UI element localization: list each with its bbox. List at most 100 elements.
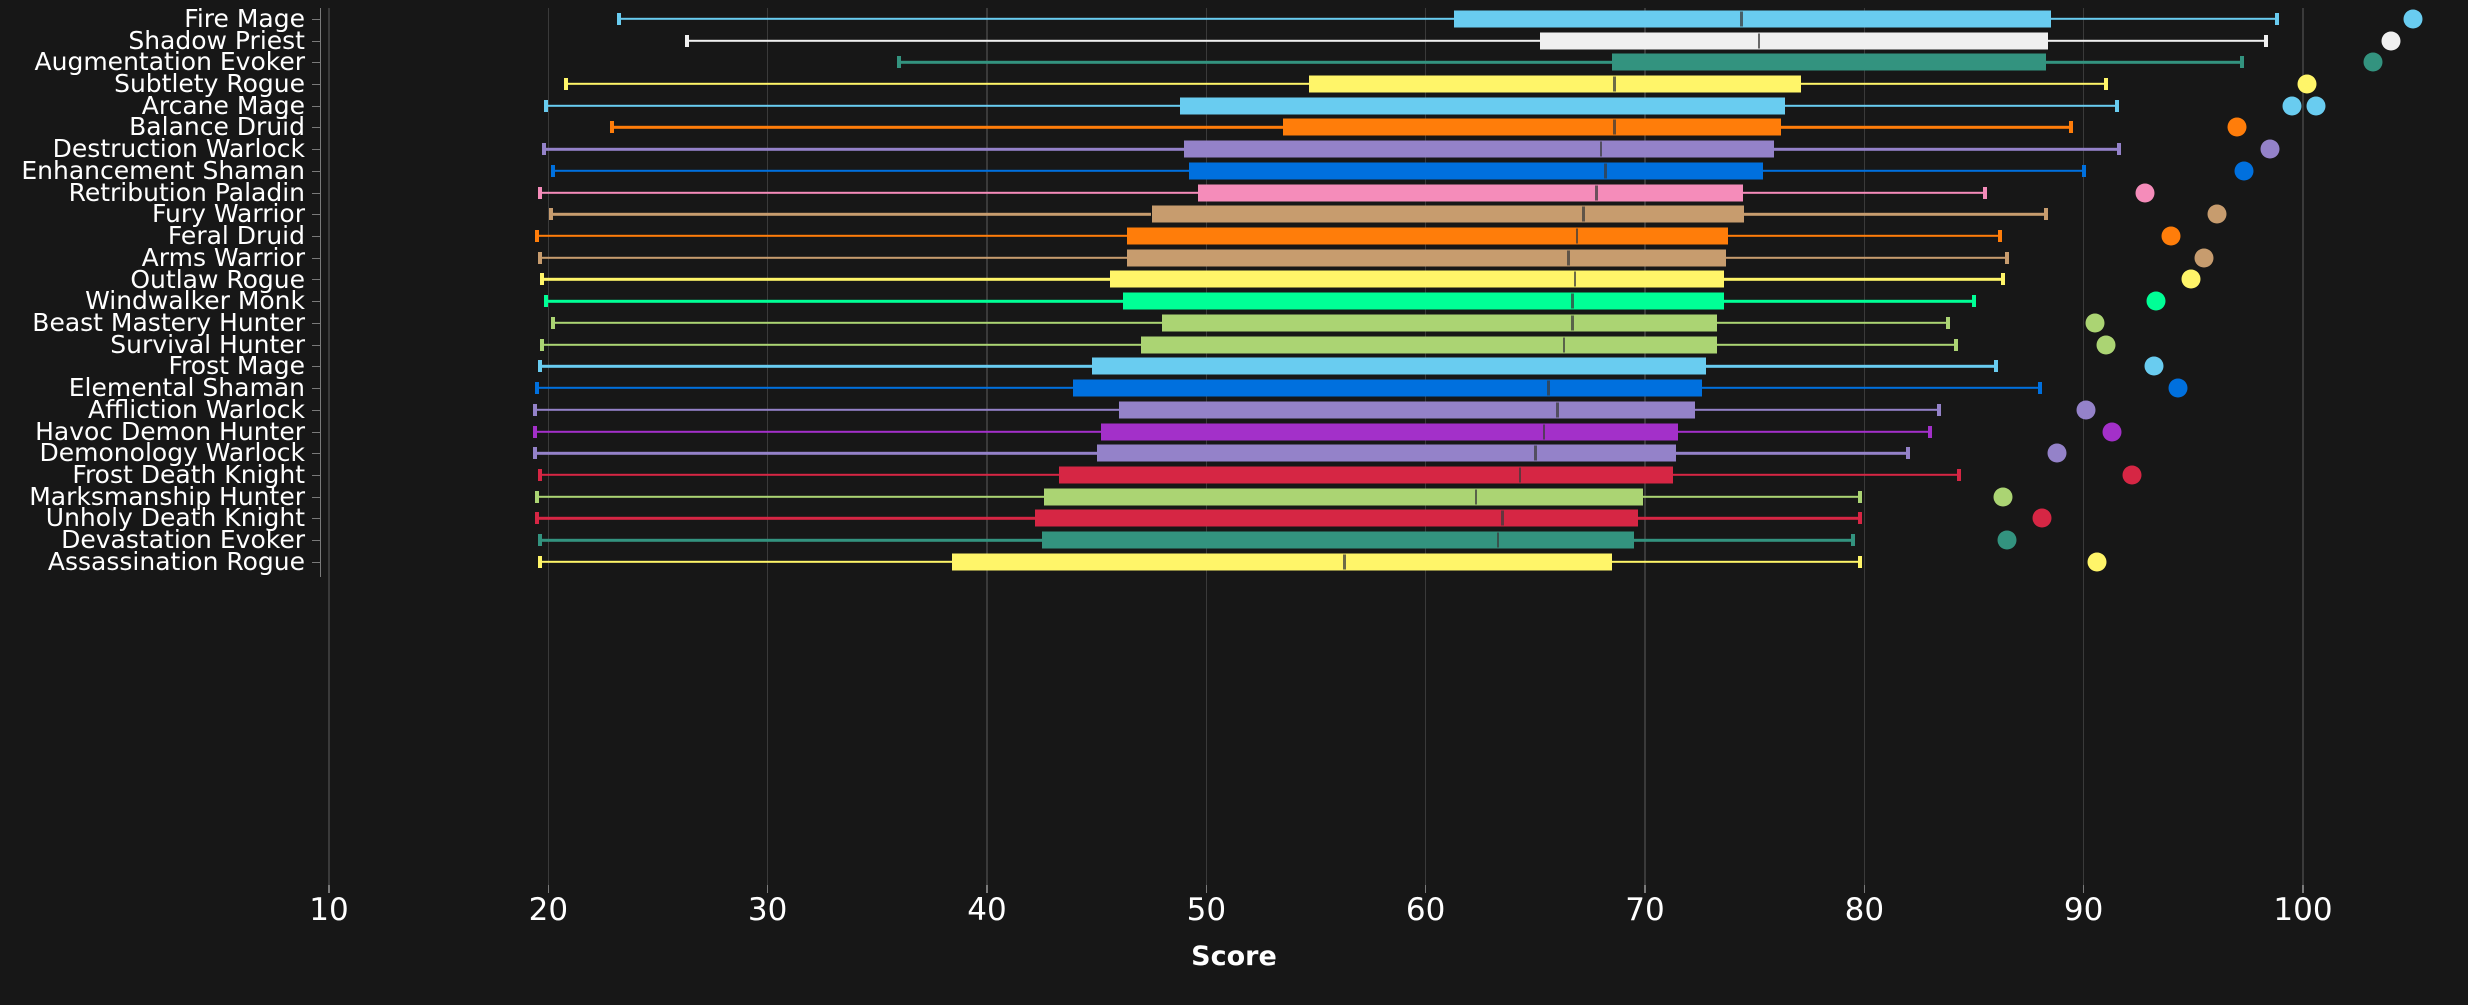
box-row[interactable]: Arms Warrior xyxy=(0,245,2468,270)
box-row[interactable]: Enhancement Shaman xyxy=(0,158,2468,183)
box-row[interactable]: Survival Hunter xyxy=(0,332,2468,357)
box-row[interactable]: Devastation Evoker xyxy=(0,527,2468,552)
cap-high xyxy=(1982,186,1987,199)
box-iqr[interactable] xyxy=(1127,227,1729,245)
box-row[interactable]: Beast Mastery Hunter xyxy=(0,310,2468,335)
box-iqr[interactable] xyxy=(1041,531,1634,549)
box-row[interactable]: Demonology Warlock xyxy=(0,440,2468,465)
box-row[interactable]: Destruction Warlock xyxy=(0,136,2468,161)
box-iqr[interactable] xyxy=(1197,184,1744,202)
y-tick-mark xyxy=(312,127,321,129)
box-iqr[interactable] xyxy=(1309,75,1801,93)
cap-high xyxy=(1857,555,1862,568)
outlier-point[interactable] xyxy=(2381,31,2401,51)
outlier-point[interactable] xyxy=(2234,161,2254,181)
outlier-point[interactable] xyxy=(2032,508,2052,528)
box-row[interactable]: Windwalker Monk xyxy=(0,288,2468,313)
box-row[interactable]: Balance Druid xyxy=(0,114,2468,139)
box-iqr[interactable] xyxy=(1188,162,1764,180)
box-row[interactable]: Assassination Rogue xyxy=(0,549,2468,574)
median-line xyxy=(1571,315,1574,331)
outlier-point[interactable] xyxy=(2194,248,2214,268)
outlier-point[interactable] xyxy=(2076,400,2096,420)
box-iqr[interactable] xyxy=(1127,249,1726,267)
outlier-point[interactable] xyxy=(2306,96,2326,116)
whisker-high xyxy=(2044,61,2242,64)
box-iqr[interactable] xyxy=(1109,270,1724,288)
box-iqr[interactable] xyxy=(1092,357,1707,375)
box-iqr[interactable] xyxy=(1072,379,1702,397)
outlier-point[interactable] xyxy=(2403,9,2423,29)
outlier-point[interactable] xyxy=(2085,313,2105,333)
box-iqr[interactable] xyxy=(1539,32,2049,50)
outlier-point[interactable] xyxy=(2096,335,2116,355)
box-iqr[interactable] xyxy=(1162,314,1718,332)
box-row[interactable]: Subtlety Rogue xyxy=(0,71,2468,96)
outlier-point[interactable] xyxy=(2207,204,2227,224)
box-row[interactable]: Frost Death Knight xyxy=(0,462,2468,487)
box-iqr[interactable] xyxy=(1122,292,1724,310)
outlier-point[interactable] xyxy=(2102,422,2122,442)
outlier-point[interactable] xyxy=(2161,226,2181,246)
outlier-point[interactable] xyxy=(2181,269,2201,289)
box-iqr[interactable] xyxy=(1184,140,1775,158)
box-row[interactable]: Fire Mage xyxy=(0,6,2468,31)
median-line xyxy=(1740,11,1743,27)
outlier-point[interactable] xyxy=(2260,139,2280,159)
whisker-high xyxy=(1609,560,1860,564)
box-row[interactable]: Unholy Death Knight xyxy=(0,505,2468,530)
box-row[interactable]: Outlaw Rogue xyxy=(0,267,2468,292)
outlier-point[interactable] xyxy=(2363,52,2383,72)
outlier-point[interactable] xyxy=(2087,552,2107,572)
box-iqr[interactable] xyxy=(1151,205,1744,223)
median-line xyxy=(1757,33,1761,49)
box-iqr[interactable] xyxy=(1035,509,1639,527)
y-tick-mark xyxy=(312,496,321,498)
box-row[interactable]: Arcane Mage xyxy=(0,93,2468,118)
box-row[interactable]: Feral Druid xyxy=(0,223,2468,248)
whisker-high xyxy=(1699,386,2040,390)
outlier-point[interactable] xyxy=(2122,465,2142,485)
y-tick-mark xyxy=(312,62,321,64)
box-row[interactable]: Marksmanship Hunter xyxy=(0,484,2468,509)
box-iqr[interactable] xyxy=(1180,97,1786,115)
box-row[interactable]: Retribution Paladin xyxy=(0,180,2468,205)
box-row[interactable]: Fury Warrior xyxy=(0,201,2468,226)
box-iqr[interactable] xyxy=(1118,401,1696,419)
box-row[interactable]: Elemental Shaman xyxy=(0,375,2468,400)
box-iqr[interactable] xyxy=(1096,444,1676,462)
cap-high xyxy=(1972,295,1976,308)
whisker-high xyxy=(1636,517,1860,520)
cap-low xyxy=(537,251,542,264)
outlier-point[interactable] xyxy=(1993,487,2012,507)
outlier-point[interactable] xyxy=(2047,443,2067,463)
y-tick-mark xyxy=(312,540,321,542)
outlier-point[interactable] xyxy=(2282,96,2302,116)
box-iqr[interactable] xyxy=(951,553,1612,571)
box-iqr[interactable] xyxy=(1612,53,2047,71)
outlier-point[interactable] xyxy=(2168,378,2188,398)
box-iqr[interactable] xyxy=(1454,10,2051,28)
boxplot-chart: Fire Mage Shadow Priest Augmentation Evoke… xyxy=(0,0,2468,1005)
box-iqr[interactable] xyxy=(1283,118,1781,136)
box-iqr[interactable] xyxy=(1059,466,1674,484)
outlier-point[interactable] xyxy=(2135,183,2155,203)
whisker-low xyxy=(552,321,1163,325)
box-iqr[interactable] xyxy=(1101,423,1678,441)
x-tick-label-100: 100 xyxy=(2273,892,2333,928)
outlier-point[interactable] xyxy=(2297,74,2317,94)
x-tick-label-40: 40 xyxy=(967,892,1007,928)
outlier-point[interactable] xyxy=(1997,530,2017,550)
box-iqr[interactable] xyxy=(1044,488,1643,506)
box-row[interactable]: Shadow Priest xyxy=(0,28,2468,53)
outlier-point[interactable] xyxy=(2227,117,2247,137)
cap-high xyxy=(1857,490,1862,503)
y-tick-mark xyxy=(312,388,321,390)
box-row[interactable]: Frost Mage xyxy=(0,353,2468,378)
box-row[interactable]: Havoc Demon Hunter xyxy=(0,419,2468,444)
outlier-point[interactable] xyxy=(2144,356,2164,376)
outlier-point[interactable] xyxy=(2146,291,2166,311)
box-row[interactable]: Augmentation Evoker xyxy=(0,49,2468,74)
box-iqr[interactable] xyxy=(1140,336,1718,354)
box-row[interactable]: Affliction Warlock xyxy=(0,397,2468,422)
